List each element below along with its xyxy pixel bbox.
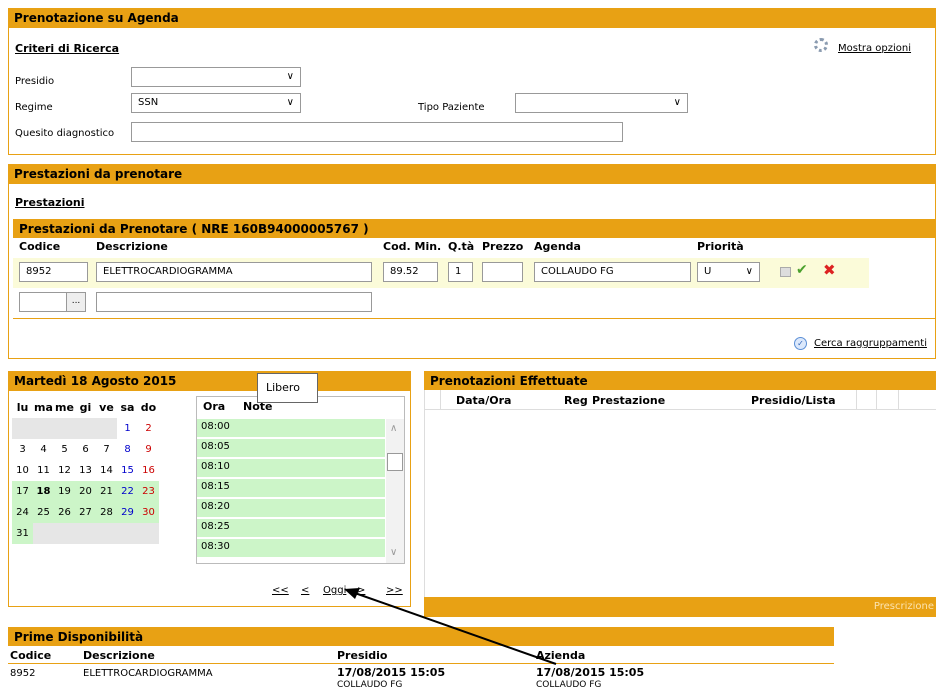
annotation-arrow — [344, 588, 557, 665]
